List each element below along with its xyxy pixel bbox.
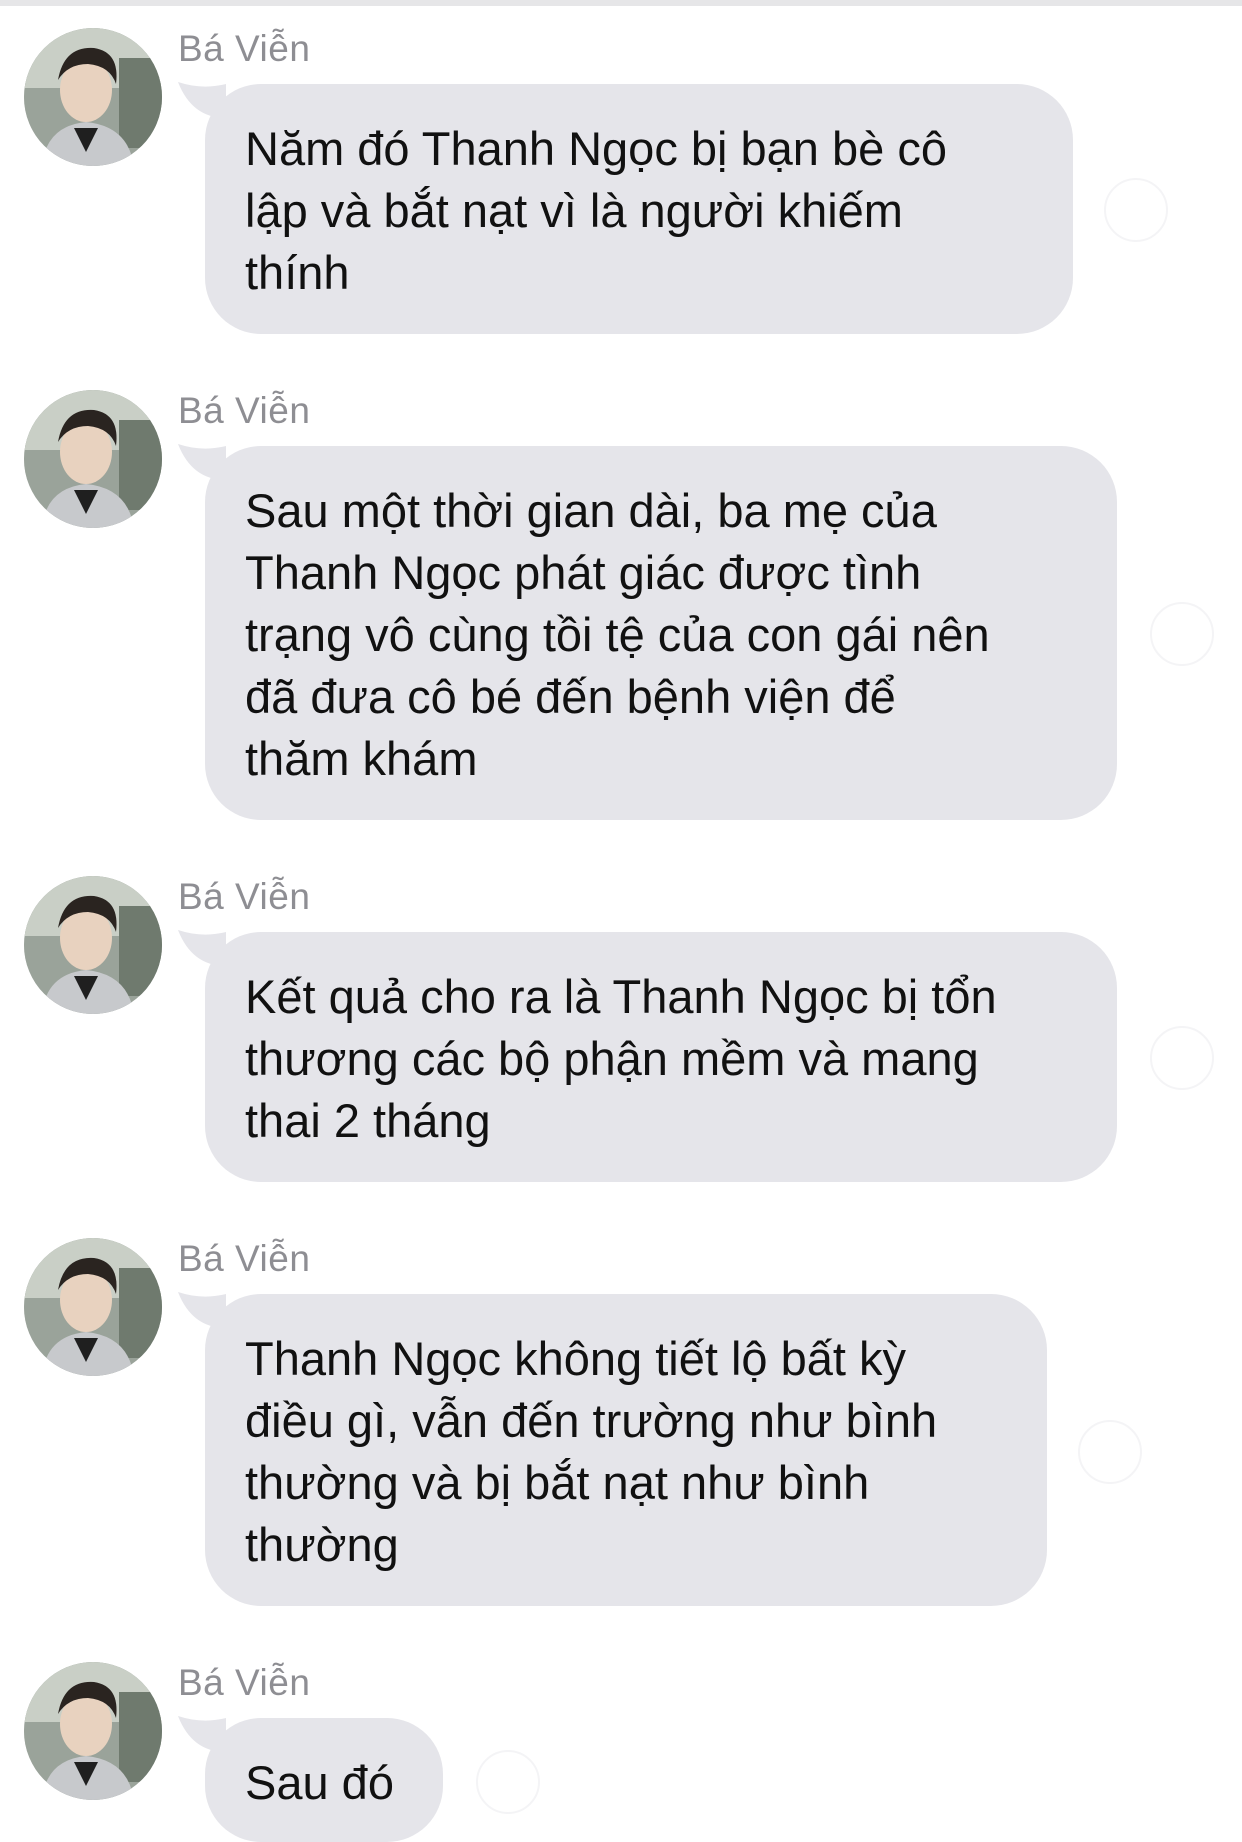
avatar[interactable] <box>24 1662 162 1800</box>
message-bubble[interactable]: Năm đó Thanh Ngọc bị bạn bè cô lập và bắ… <box>205 84 1073 334</box>
message-bubble[interactable]: Kết quả cho ra là Thanh Ngọc bị tổn thươ… <box>205 932 1117 1182</box>
sender-name: Bá Viễn <box>178 1238 311 1279</box>
sender-name: Bá Viễn <box>178 390 311 431</box>
avatar[interactable] <box>24 28 162 166</box>
message-bubble[interactable]: Sau một thời gian dài, ba mẹ của Thanh N… <box>205 446 1117 820</box>
avatar[interactable] <box>24 1238 162 1376</box>
avatar[interactable] <box>24 390 162 528</box>
message-bubble[interactable]: Sau đó <box>205 1718 443 1842</box>
sender-name: Bá Viễn <box>178 28 311 69</box>
reaction-button[interactable] <box>1104 178 1168 242</box>
reaction-button[interactable] <box>476 1750 540 1814</box>
reaction-button[interactable] <box>1078 1420 1142 1484</box>
sender-name: Bá Viễn <box>178 876 311 917</box>
avatar[interactable] <box>24 876 162 1014</box>
avatar-photo-icon <box>24 28 162 166</box>
avatar-photo-icon <box>24 1662 162 1800</box>
chat-thread[interactable]: Bá Viễn Năm đó Thanh Ngọc bị bạn bè cô l… <box>0 0 1242 1842</box>
reaction-button[interactable] <box>1150 602 1214 666</box>
reaction-button[interactable] <box>1150 1026 1214 1090</box>
sender-name: Bá Viễn <box>178 1662 311 1703</box>
avatar-photo-icon <box>24 876 162 1014</box>
avatar-photo-icon <box>24 390 162 528</box>
message-bubble[interactable]: Thanh Ngọc không tiết lộ bất kỳ điều gì,… <box>205 1294 1047 1606</box>
avatar-photo-icon <box>24 1238 162 1376</box>
